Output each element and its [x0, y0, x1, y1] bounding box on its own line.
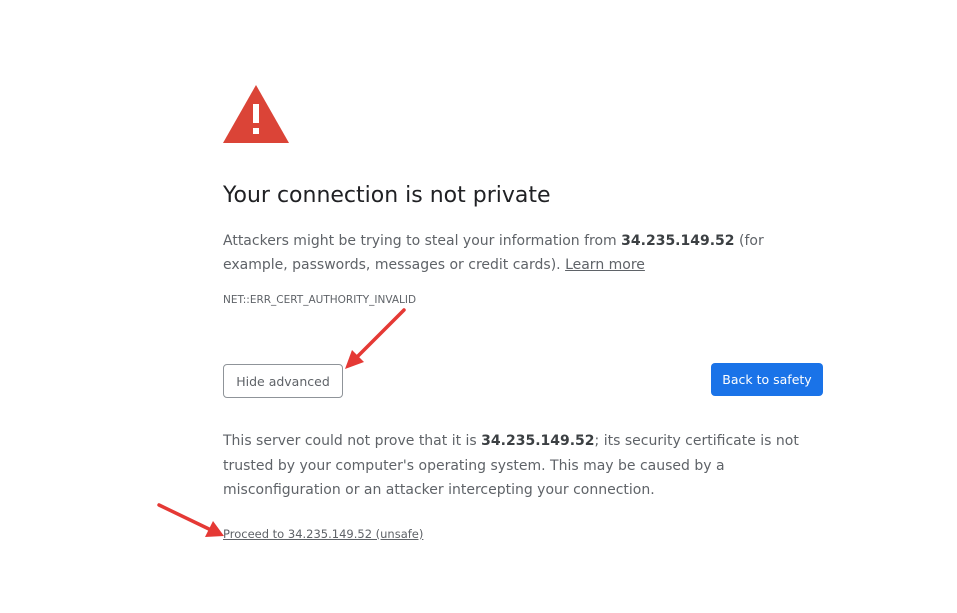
annotation-arrows [157, 308, 406, 537]
proceed-unsafe-link[interactable]: Proceed to 34.235.149.52 (unsafe) [223, 527, 423, 541]
host-name: 34.235.149.52 [621, 233, 735, 249]
page-title: Your connection is not private [223, 183, 551, 208]
advanced-explanation: This server could not prove that it is 3… [223, 429, 823, 503]
explanation-text: This server could not prove that it is [223, 433, 482, 449]
error-code: NET::ERR_CERT_AUTHORITY_INVALID [223, 294, 417, 306]
learn-more-link[interactable]: Learn more [565, 257, 645, 273]
explanation-host-name: 34.235.149.52 [481, 433, 595, 449]
warning-triangle-icon [223, 85, 289, 143]
hide-advanced-button[interactable]: Hide advanced [223, 364, 343, 398]
warning-description: Attackers might be trying to steal your … [223, 229, 823, 277]
arrow-to-hide-advanced [345, 308, 406, 369]
description-text: Attackers might be trying to steal your … [223, 233, 622, 249]
back-to-safety-button[interactable]: Back to safety [711, 363, 823, 396]
arrow-to-proceed-link [157, 503, 224, 537]
